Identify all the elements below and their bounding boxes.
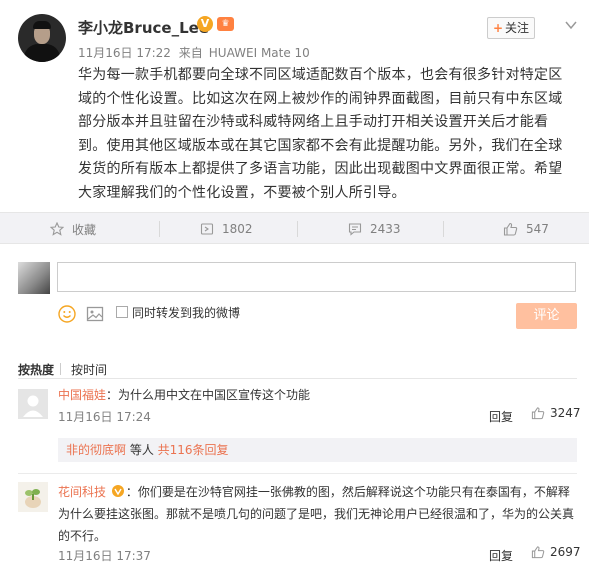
comment-text-line-3: 的不行。 [58,529,107,543]
post-text: 华为每一款手机都要向全球不同区域适配数百个版本，也会有很多针对特定区域的个性化设… [78,67,563,201]
divider [18,473,577,474]
commenter-name[interactable]: 花间科技 [58,485,106,499]
follow-label: 关注 [505,21,530,35]
repost-checkbox[interactable] [116,306,128,318]
sub-replies-box[interactable]: 非的彻底啊 等人 共116条回复 [58,438,577,462]
comment-text: ：为什么用中文在中国区宣传这个功能 [106,388,311,402]
favorite-button[interactable]: 收藏 [50,213,96,245]
submit-comment-button[interactable]: 评论 [516,303,577,329]
comment-icon [348,223,362,236]
reply-button[interactable]: 回复 [489,547,513,564]
follow-button[interactable]: + 关注 [487,17,535,39]
comment-text-line-1: ：你们要是在沙特官网挂一张佛教的图，然后解释说这个功能只有在泰国有，不解释 [125,485,570,499]
thumb-up-icon [531,546,545,559]
thumb-up-icon [503,222,518,236]
image-icon[interactable] [86,305,104,323]
author-avatar[interactable] [18,14,66,62]
tab-sort-by-hot[interactable]: 按热度 [18,361,54,378]
author-name[interactable]: 李小龙Bruce_Lee [78,17,209,38]
reply-button[interactable]: 回复 [489,408,513,425]
post-meta: 11月16日 17:22 来自 HUAWEI Mate 10 [78,44,314,61]
comment-time: 11月16日 17:37 [58,549,151,563]
post-date[interactable]: 11月16日 17:22 [78,46,171,60]
sub-reply-user[interactable]: 非的彻底啊 [66,443,126,457]
comment-like-button[interactable]: 3247 [531,406,581,420]
divider [297,221,298,237]
comment-input[interactable] [57,262,576,292]
like-count: 547 [526,222,549,236]
thumb-up-icon [531,407,545,420]
source-device[interactable]: HUAWEI Mate 10 [209,46,310,60]
repost-checkbox-label[interactable]: 同时转发到我的微博 [132,304,240,321]
commenter-name[interactable]: 中国福娃 [58,388,106,402]
verified-vip-icon[interactable]: V [197,16,213,32]
plus-icon: + [492,21,504,35]
divider [443,221,444,237]
divider [60,363,61,375]
divider [159,221,160,237]
current-user-avatar[interactable] [18,262,50,294]
member-crown-icon[interactable]: ♛ [217,17,234,31]
comment-text-line-2: 为什么要挂这张图。那就不是喷几句的问题了是吧，我们无神论用户已经很温和了，华为的… [58,507,575,521]
sub-reply-count-link[interactable]: 共116条回复 [158,443,229,457]
comment-like-button[interactable]: 2697 [531,545,581,559]
emoji-icon[interactable] [58,305,76,323]
like-button[interactable]: 547 [503,213,549,245]
comment-time: 11月16日 17:24 [58,410,151,424]
repost-button[interactable]: 1802 [200,213,253,245]
repost-count: 1802 [222,222,253,236]
divider [18,378,577,379]
chevron-down-icon[interactable] [564,18,578,32]
plant-avatar-icon [18,482,48,512]
comment-body: 花间科技 ：你们要是在沙特官网挂一张佛教的图，然后解释说这个功能只有在泰国有，不… [58,481,583,547]
repost-icon [200,223,214,235]
sub-reply-middle: 等人 [126,443,158,457]
comment-body: 中国福娃：为什么用中文在中国区宣传这个功能 [58,386,310,403]
commenter-avatar[interactable] [18,389,48,419]
comment-like-count: 3247 [550,406,581,420]
default-avatar-icon [18,389,48,419]
favorite-label: 收藏 [72,222,97,237]
commenter-avatar[interactable] [18,482,48,512]
verified-v-icon[interactable] [111,485,124,497]
tab-sort-by-time[interactable]: 按时间 [71,361,107,378]
comment-count: 2433 [370,222,401,236]
comment-like-count: 2697 [550,545,581,559]
source-prefix: 来自 [178,46,203,60]
post-action-bar: 收藏 1802 2433 547 [0,212,589,244]
comment-button[interactable]: 2433 [348,213,401,245]
star-icon [50,222,64,236]
